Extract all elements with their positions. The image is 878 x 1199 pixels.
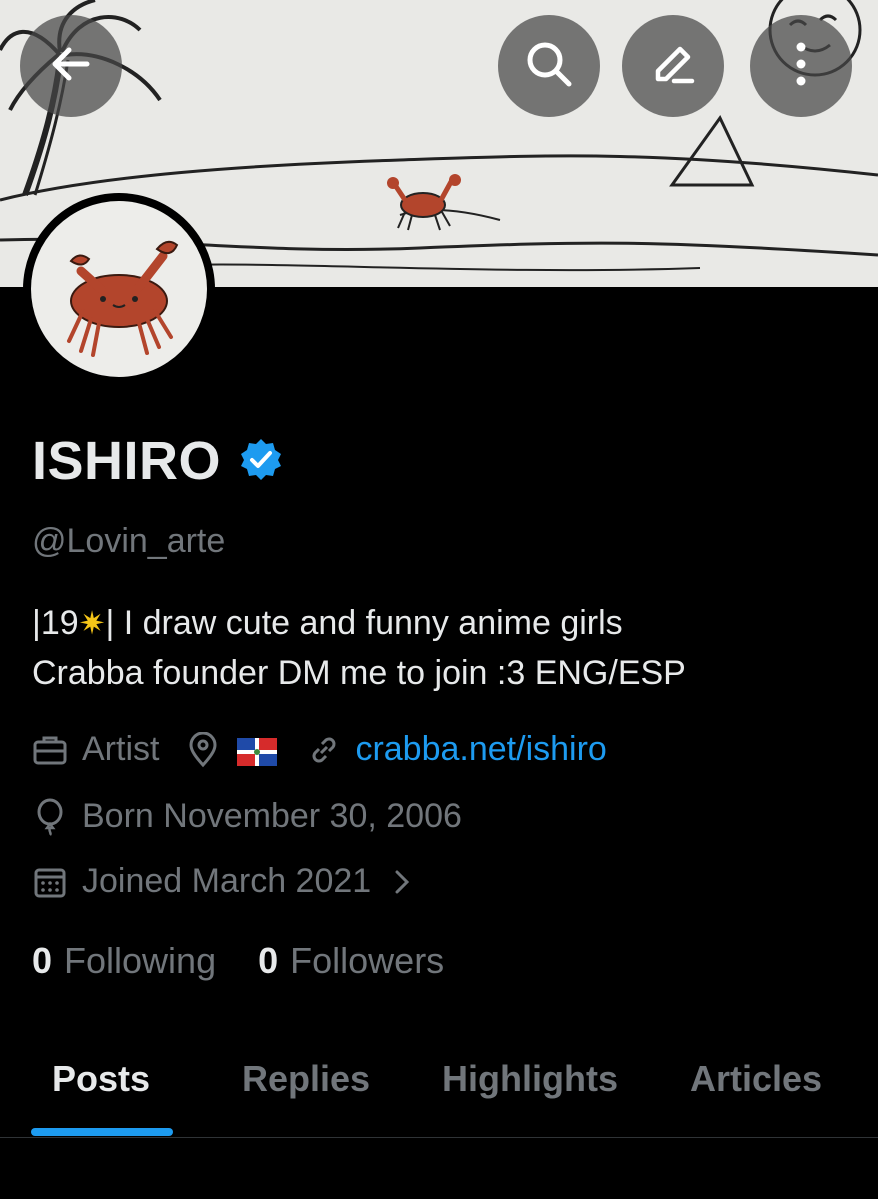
location-pin-icon: [187, 731, 219, 768]
chevron-right-icon: [393, 867, 411, 897]
edit-icon: [648, 39, 698, 94]
profession-label: Artist: [82, 730, 160, 768]
bio-suffix: | I draw cute and funny anime girls: [105, 604, 623, 642]
tab-highlights[interactable]: Highlights: [442, 1058, 618, 1100]
briefcase-icon: [32, 732, 68, 768]
dominican-republic-flag-icon: [237, 736, 278, 766]
avatar[interactable]: [23, 193, 215, 385]
calendar-icon: [32, 864, 68, 900]
joined-row[interactable]: Joined March 2021: [32, 862, 425, 901]
bio-line-1: |19✷| I draw cute and funny anime girls: [32, 598, 686, 648]
verified-badge-icon[interactable]: [239, 437, 283, 486]
followers-label: Followers: [290, 940, 445, 981]
user-handle: @Lovin_arte: [32, 522, 226, 560]
followers-count: 0: [258, 940, 279, 981]
followers-stat[interactable]: 0 Followers: [258, 940, 444, 982]
tabs-divider: [0, 1137, 878, 1138]
balloon-icon: [32, 798, 68, 836]
bio-prefix: |19: [32, 604, 79, 642]
tab-posts[interactable]: Posts: [52, 1058, 150, 1100]
compose-button[interactable]: [622, 15, 724, 117]
more-options-button[interactable]: [750, 15, 852, 117]
tab-articles[interactable]: Articles: [690, 1058, 822, 1100]
more-vertical-icon: [791, 39, 811, 94]
profile-bio: |19✷| I draw cute and funny anime girls …: [32, 598, 686, 698]
joined-date: Joined March 2021: [82, 862, 372, 900]
website-link[interactable]: crabba.net/ishiro: [355, 730, 606, 769]
display-name: ISHIRO: [32, 431, 222, 491]
back-button[interactable]: [20, 15, 122, 117]
search-icon: [524, 39, 574, 94]
birthday-row: Born November 30, 2006: [32, 797, 462, 836]
search-button[interactable]: [498, 15, 600, 117]
avatar-image: [31, 201, 207, 377]
profile-meta-row: Artist crabba.net/ishiro: [32, 730, 607, 769]
profile-name-row: ISHIRO: [32, 430, 283, 492]
active-tab-indicator: [31, 1128, 173, 1136]
birth-date: Born November 30, 2006: [82, 797, 462, 835]
following-count: 0: [32, 940, 53, 981]
following-label: Following: [64, 940, 217, 981]
back-arrow-icon: [47, 40, 95, 93]
follow-stats: 0 Following 0 Followers: [32, 940, 444, 982]
tab-replies[interactable]: Replies: [242, 1058, 370, 1100]
following-stat[interactable]: 0 Following: [32, 940, 216, 982]
bio-line-2: Crabba founder DM me to join :3 ENG/ESP: [32, 654, 686, 692]
sparkle-star-icon: ✷: [78, 605, 106, 641]
link-icon: [307, 733, 341, 767]
